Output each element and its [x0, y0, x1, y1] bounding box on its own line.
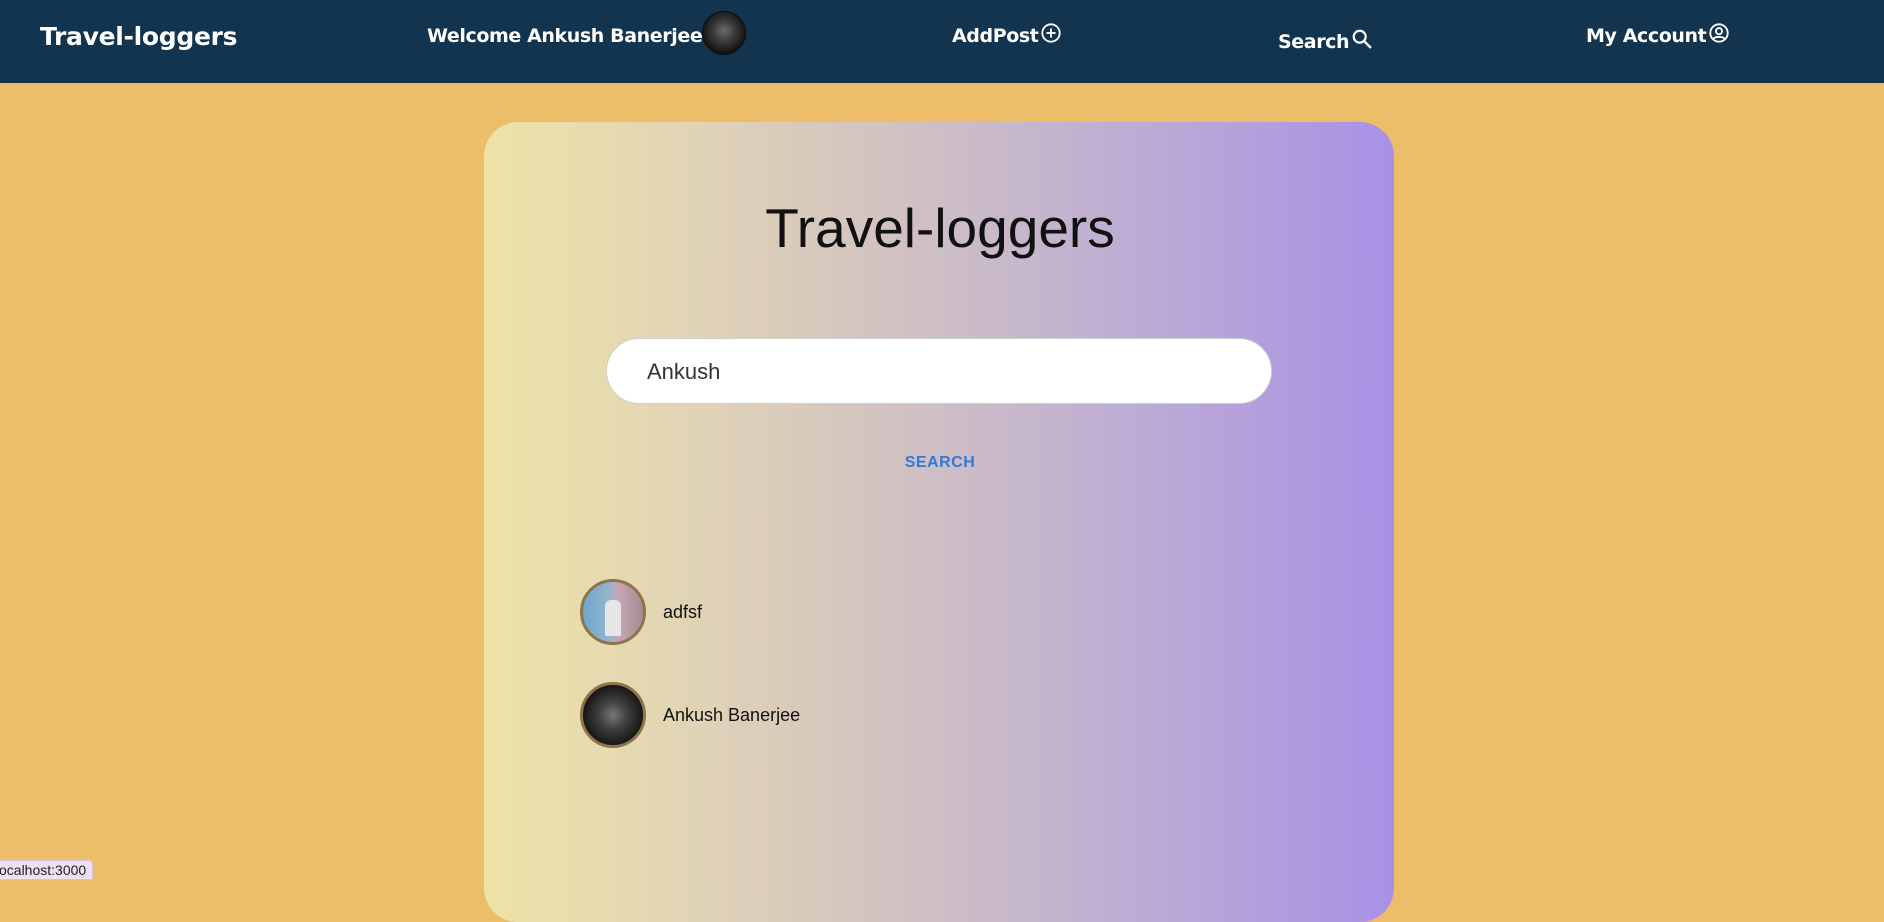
plus-circle-icon: [1041, 23, 1062, 43]
user-avatar[interactable]: [702, 11, 747, 55]
my-account-label: My Account: [1586, 25, 1707, 47]
search-result-item[interactable]: adfsf: [580, 579, 703, 645]
search-icon: [1352, 29, 1372, 49]
add-post-label: AddPost: [952, 25, 1039, 47]
welcome-text: Welcome Ankush Banerjee: [427, 25, 703, 47]
brand-logo[interactable]: Travel-loggers: [40, 0, 238, 72]
welcome-message: Welcome Ankush Banerjee: [427, 0, 747, 72]
result-avatar: [580, 579, 646, 645]
result-name: adfsf: [663, 601, 703, 622]
user-circle-icon: [1709, 23, 1729, 43]
search-input[interactable]: [645, 339, 1249, 405]
search-button[interactable]: SEARCH: [880, 448, 1000, 478]
result-avatar: [580, 682, 646, 748]
search-result-item[interactable]: Ankush Banerjee: [580, 682, 801, 748]
my-account-link[interactable]: My Account: [1586, 0, 1730, 72]
top-navbar: Travel-loggers Welcome Ankush Banerjee A…: [0, 0, 1884, 83]
result-name: Ankush Banerjee: [663, 704, 801, 725]
search-label: Search: [1278, 31, 1350, 53]
status-bar-url: ocalhost:3000: [0, 860, 94, 880]
search-field-container[interactable]: [606, 338, 1272, 405]
brand-text: Travel-loggers: [40, 21, 238, 51]
search-link[interactable]: Search: [1278, 6, 1373, 78]
page-title: Travel-loggers: [765, 197, 1115, 259]
add-post-link[interactable]: AddPost: [952, 0, 1062, 72]
